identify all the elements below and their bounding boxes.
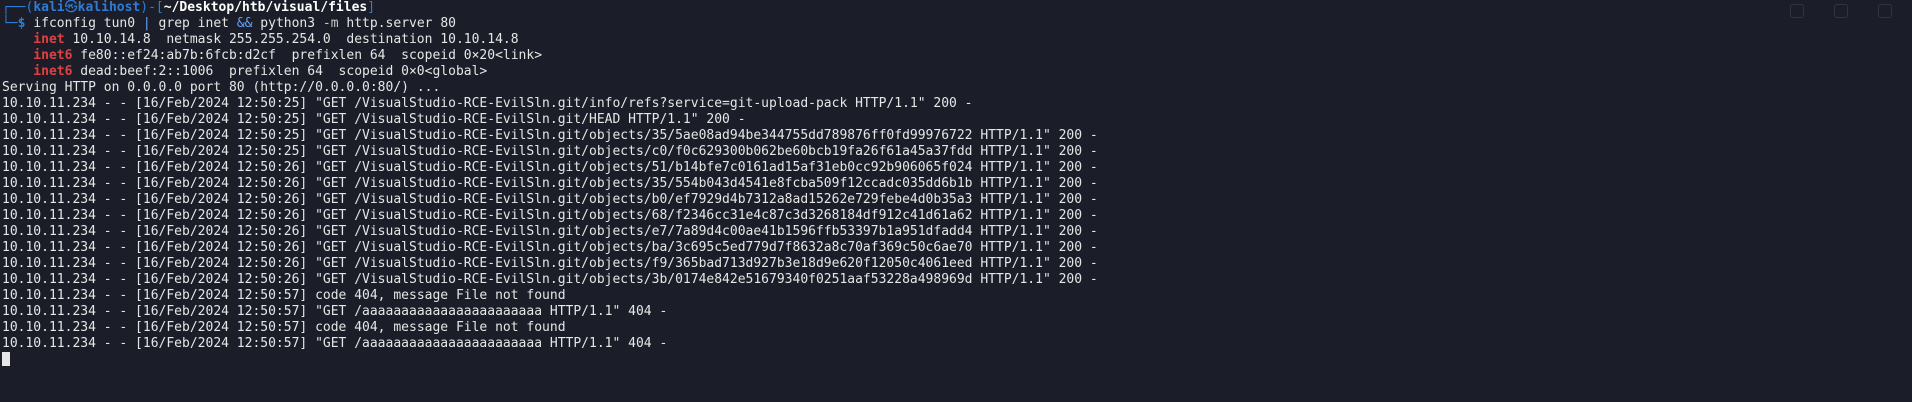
ifconfig-keyword: inet — [33, 32, 65, 47]
command-pipe: | — [142, 16, 151, 31]
command-and: && — [236, 16, 253, 31]
log-line: 10.10.11.234 - - [16/Feb/2024 12:50:26] … — [2, 256, 1098, 271]
log-line: 10.10.11.234 - - [16/Feb/2024 12:50:25] … — [2, 96, 973, 111]
prompt-corner: ┌──( — [2, 0, 34, 15]
command-part-server: http.server 80 — [338, 16, 456, 31]
log-line: 10.10.11.234 - - [16/Feb/2024 12:50:26] … — [2, 272, 1098, 287]
prompt-at-symbol: ㉿ — [64, 0, 78, 15]
ifconfig-line: inet 10.10.14.8 netmask 255.255.254.0 de… — [2, 32, 1098, 48]
terminal-cursor — [2, 352, 10, 366]
log-line: 10.10.11.234 - - [16/Feb/2024 12:50:26] … — [2, 176, 1098, 191]
log-line: 10.10.11.234 - - [16/Feb/2024 12:50:26] … — [2, 208, 1098, 223]
log-line: 10.10.11.234 - - [16/Feb/2024 12:50:26] … — [2, 160, 1098, 175]
log-line: 10.10.11.234 - - [16/Feb/2024 12:50:26] … — [2, 192, 1098, 207]
command-line: └─$ ifconfig tun0 | grep inet && python3… — [2, 16, 1098, 32]
terminal-window[interactable]: ┌──(kali㉿kalihost)-[~/Desktop/htb/visual… — [0, 0, 1912, 402]
log-line: 10.10.11.234 - - [16/Feb/2024 12:50:57] … — [2, 320, 566, 335]
prompt-corner-bottom: └─ — [2, 16, 18, 31]
log-line: 10.10.11.234 - - [16/Feb/2024 12:50:25] … — [2, 128, 1098, 143]
ifconfig-line: inet6 dead:beef:2::1006 prefixlen 64 sco… — [2, 64, 1098, 80]
log-line: 10.10.11.234 - - [16/Feb/2024 12:50:57] … — [2, 304, 668, 319]
prompt-path: ~/Desktop/htb/visual/files — [163, 0, 368, 15]
command-part-ifconfig: ifconfig tun0 — [33, 16, 143, 31]
serving-line: Serving HTTP on 0.0.0.0 port 80 (http://… — [2, 80, 441, 95]
ifconfig-value: fe80::ef24:ab7b:6fcb:d2cf prefixlen 64 s… — [72, 48, 543, 63]
command-option: -m — [322, 16, 339, 31]
log-line: 10.10.11.234 - - [16/Feb/2024 12:50:57] … — [2, 288, 566, 303]
ifconfig-line: inet6 fe80::ef24:ab7b:6fcb:d2cf prefixle… — [2, 48, 1098, 64]
ifconfig-value: 10.10.14.8 netmask 255.255.254.0 destina… — [64, 32, 519, 47]
prompt-host: kalihost — [77, 0, 141, 15]
prompt-bracket-close: ] — [367, 0, 376, 15]
command-part-grep: grep inet — [150, 16, 237, 31]
ifconfig-keyword: inet6 — [33, 48, 73, 63]
log-line: 10.10.11.234 - - [16/Feb/2024 12:50:25] … — [2, 112, 746, 127]
ifconfig-keyword: inet6 — [33, 64, 73, 79]
ifconfig-value: dead:beef:2::1006 prefixlen 64 scopeid 0… — [72, 64, 488, 79]
log-line: 10.10.11.234 - - [16/Feb/2024 12:50:26] … — [2, 224, 1098, 239]
prompt-bracket: )-[ — [140, 0, 164, 15]
input-line[interactable] — [2, 352, 1098, 368]
log-line: 10.10.11.234 - - [16/Feb/2024 12:50:57] … — [2, 336, 668, 351]
log-line: 10.10.11.234 - - [16/Feb/2024 12:50:26] … — [2, 240, 1098, 255]
ghost-toolbar-icons — [1760, 4, 1892, 22]
terminal-output: ┌──(kali㉿kalihost)-[~/Desktop/htb/visual… — [2, 0, 1098, 368]
prompt-user: kali — [33, 0, 65, 15]
prompt-header-line: ┌──(kali㉿kalihost)-[~/Desktop/htb/visual… — [2, 0, 1098, 16]
log-line: 10.10.11.234 - - [16/Feb/2024 12:50:25] … — [2, 144, 1098, 159]
prompt-dollar: $ — [17, 16, 26, 31]
command-part-python: python3 — [252, 16, 323, 31]
